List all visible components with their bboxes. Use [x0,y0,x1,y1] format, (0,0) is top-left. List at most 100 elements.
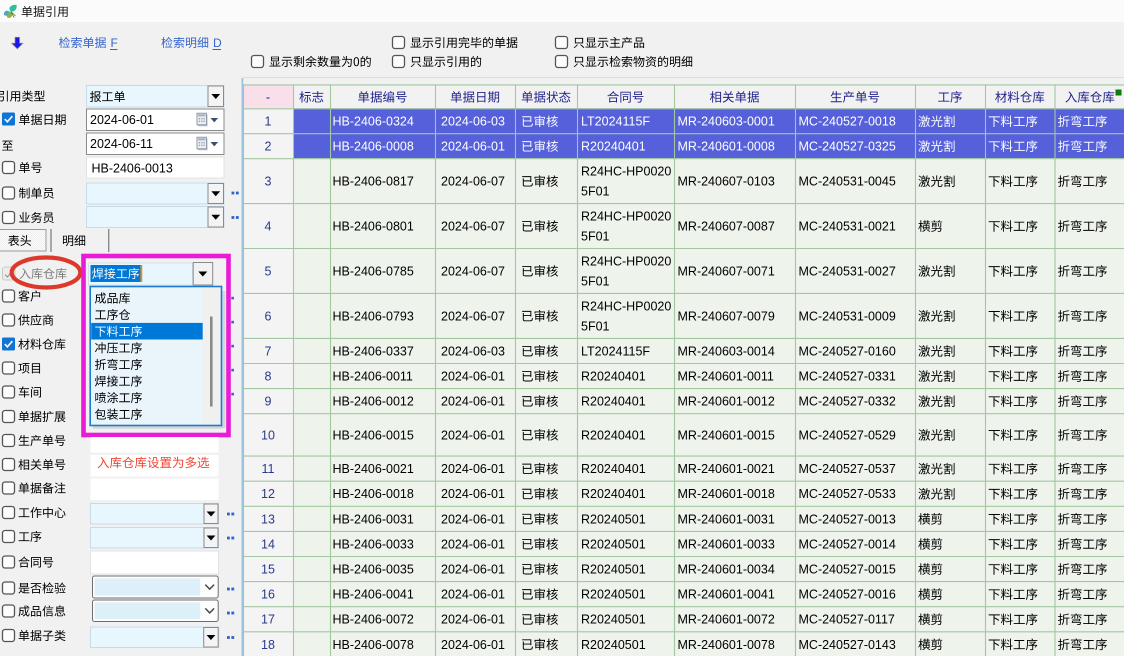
svg-text:HB-2406-0041: HB-2406-0041 [333,588,414,602]
svg-text:MC-240527-0143: MC-240527-0143 [799,638,896,652]
svg-text:13: 13 [261,512,275,526]
svg-text:HB-2406-0018: HB-2406-0018 [333,487,414,501]
svg-text:MC-240527-0013: MC-240527-0013 [799,512,896,526]
svg-text:MR-240603-0001: MR-240603-0001 [678,115,775,129]
svg-text:MC-240527-0160: MC-240527-0160 [799,344,896,358]
svg-text:HB-2406-0031: HB-2406-0031 [333,512,414,526]
svg-text:-: - [266,90,270,105]
svg-text:2024-06-01: 2024-06-01 [441,140,505,154]
svg-text:MC-240527-0537: MC-240527-0537 [799,462,896,476]
svg-text:10: 10 [261,428,275,442]
svg-text:5F01: 5F01 [581,230,610,244]
svg-text:HB-2406-0785: HB-2406-0785 [333,264,414,278]
svg-text:R20240501: R20240501 [581,613,646,627]
svg-text:2024-06-01: 2024-06-01 [441,638,505,652]
svg-text:2024-06-01: 2024-06-01 [441,512,505,526]
svg-text:HB-2406-0021: HB-2406-0021 [333,462,414,476]
svg-text:2024-06-01: 2024-06-01 [441,428,505,442]
svg-text:2024-06-07: 2024-06-07 [441,175,505,189]
svg-text:MR-240601-0072: MR-240601-0072 [678,613,775,627]
svg-text:2024-06-07: 2024-06-07 [441,264,505,278]
svg-text:MC-240527-0016: MC-240527-0016 [799,588,896,602]
svg-text:HB-2406-0035: HB-2406-0035 [333,563,414,577]
svg-text:2024-06-01: 2024-06-01 [441,563,505,577]
svg-text:F: F [111,36,118,50]
svg-text:HB-2406-0012: HB-2406-0012 [333,395,414,409]
svg-text:8: 8 [265,370,272,384]
svg-text:2024-06-03: 2024-06-03 [441,115,505,129]
svg-text:R24HC-HP0020: R24HC-HP0020 [581,165,671,179]
svg-text:MR-240607-0087: MR-240607-0087 [678,220,775,234]
svg-text:MC-240527-0325: MC-240527-0325 [799,140,896,154]
svg-text:HB-2406-0801: HB-2406-0801 [333,220,414,234]
svg-text:18: 18 [261,638,275,652]
svg-text:2024-06-01: 2024-06-01 [90,113,154,127]
svg-text:12: 12 [261,487,275,501]
svg-text:7: 7 [265,344,272,358]
svg-text:R24HC-HP0020: R24HC-HP0020 [581,210,671,224]
svg-text:6: 6 [265,309,272,323]
svg-text:D: D [213,36,222,50]
svg-text:HB-2406-0008: HB-2406-0008 [333,140,414,154]
svg-text:R20240501: R20240501 [581,588,646,602]
svg-text:MC-240531-0027: MC-240531-0027 [799,264,896,278]
svg-text:MR-240607-0071: MR-240607-0071 [678,264,775,278]
svg-text:HB-2406-0015: HB-2406-0015 [333,428,414,442]
svg-text:MR-240601-0012: MR-240601-0012 [678,395,775,409]
svg-text:R20240401: R20240401 [581,487,646,501]
svg-text:2024-06-07: 2024-06-07 [441,309,505,323]
svg-text:MC-240527-0015: MC-240527-0015 [799,563,896,577]
svg-text:MR-240607-0079: MR-240607-0079 [678,309,775,323]
svg-text:4: 4 [265,220,272,234]
svg-text:9: 9 [265,395,272,409]
svg-text:2: 2 [265,140,272,154]
svg-text:MC-240531-0009: MC-240531-0009 [799,309,896,323]
svg-text:HB-2406-0793: HB-2406-0793 [333,309,414,323]
svg-text:MC-240527-0533: MC-240527-0533 [799,487,896,501]
svg-text:2024-06-01: 2024-06-01 [441,462,505,476]
svg-text:MR-240601-0008: MR-240601-0008 [678,140,775,154]
svg-text:R20240501: R20240501 [581,638,646,652]
svg-text:14: 14 [261,537,275,551]
svg-text:MC-240527-0117: MC-240527-0117 [799,613,895,627]
svg-text:2024-06-03: 2024-06-03 [441,344,505,358]
svg-text:16: 16 [261,588,275,602]
svg-text:1: 1 [265,115,272,129]
svg-text:R20240501: R20240501 [581,537,646,551]
svg-text:HB-2406-0337: HB-2406-0337 [333,344,414,358]
svg-text:2024-06-01: 2024-06-01 [441,613,505,627]
svg-text:R20240501: R20240501 [581,512,646,526]
svg-text:2024-06-01: 2024-06-01 [441,395,505,409]
svg-text:2024-06-01: 2024-06-01 [441,487,505,501]
svg-text:HB-2406-0011: HB-2406-0011 [333,370,413,384]
svg-text:MR-240603-0014: MR-240603-0014 [678,344,775,358]
svg-text:2024-06-11: 2024-06-11 [90,137,153,151]
svg-text:3: 3 [265,175,272,189]
svg-text:11: 11 [262,462,275,476]
svg-text:MR-240601-0078: MR-240601-0078 [678,638,775,652]
svg-text:17: 17 [261,613,275,627]
svg-text:MR-240601-0015: MR-240601-0015 [678,428,775,442]
svg-text:R20240401: R20240401 [581,370,646,384]
svg-text:HB-2406-0072: HB-2406-0072 [333,613,414,627]
svg-text:R24HC-HP0020: R24HC-HP0020 [581,254,671,268]
svg-text:HB-2406-0013: HB-2406-0013 [92,162,173,176]
svg-text:MR-240607-0103: MR-240607-0103 [678,175,775,189]
svg-text:LT2024115F: LT2024115F [581,115,650,129]
svg-text:MC-240531-0021: MC-240531-0021 [799,220,896,234]
svg-text:HB-2406-0324: HB-2406-0324 [333,115,414,129]
svg-text:MR-240601-0011: MR-240601-0011 [678,370,774,384]
svg-text:2024-06-01: 2024-06-01 [441,588,505,602]
svg-text:MC-240527-0014: MC-240527-0014 [799,537,896,551]
svg-text:MC-240527-0529: MC-240527-0529 [799,428,896,442]
svg-text:5F01: 5F01 [581,274,610,288]
svg-text:5F01: 5F01 [581,185,610,199]
svg-text:R20240501: R20240501 [581,563,646,577]
svg-text:R20240401: R20240401 [581,395,646,409]
svg-text:MR-240601-0033: MR-240601-0033 [678,537,775,551]
svg-text:R20240401: R20240401 [581,462,646,476]
svg-text:HB-2406-0078: HB-2406-0078 [333,638,414,652]
svg-text:2024-06-01: 2024-06-01 [441,537,505,551]
svg-text:5: 5 [265,264,272,278]
svg-text:2024-06-01: 2024-06-01 [441,370,505,384]
